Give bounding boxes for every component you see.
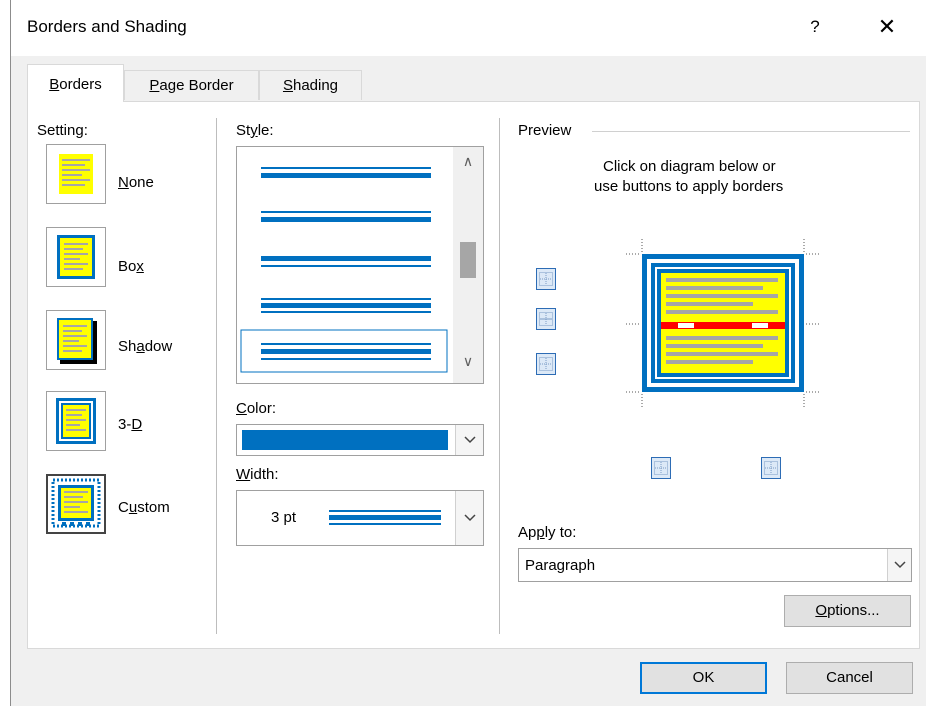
chevron-down-icon: [894, 561, 906, 569]
tab-borders-label: orders: [59, 76, 102, 93]
tab-page-border[interactable]: Page Border: [124, 70, 259, 100]
preview-heading-rule: [592, 131, 910, 132]
setting-box-icon[interactable]: [46, 227, 106, 287]
cancel-button[interactable]: Cancel: [786, 662, 913, 694]
tab-borders-accel: B: [49, 76, 60, 93]
inside-horizontal-border-button[interactable]: [536, 308, 556, 330]
right-border-icon: [764, 461, 778, 475]
width-value: 3 pt: [271, 509, 297, 526]
chevron-down-icon: [464, 436, 476, 444]
preview-instruction-line1: Click on diagram below or: [603, 158, 776, 175]
style-listbox[interactable]: ∧ ∨: [236, 146, 484, 384]
tab-page-border-label: age Border: [159, 77, 234, 94]
preview-instruction-line2: use buttons to apply borders: [594, 178, 784, 195]
setting-3d-icon[interactable]: [46, 391, 106, 451]
top-border-icon: [539, 272, 553, 286]
setting-none-icon[interactable]: [46, 144, 106, 204]
line-style-options: [240, 167, 448, 373]
setting-custom-icon[interactable]: [46, 474, 106, 534]
tab-borders[interactable]: Borders: [27, 64, 124, 102]
setting-shadow-label[interactable]: Shadow: [118, 338, 172, 355]
tab-shading[interactable]: Shading: [259, 70, 362, 100]
setting-shadow-icon[interactable]: [46, 310, 106, 370]
color-dropdown-arrow[interactable]: [455, 425, 483, 455]
close-button[interactable]: ✕: [871, 12, 903, 42]
ok-button[interactable]: OK: [640, 662, 767, 694]
right-border-button[interactable]: [761, 457, 781, 479]
apply-to-dropdown-arrow[interactable]: [887, 549, 911, 581]
dialog-title: Borders and Shading: [27, 17, 187, 36]
options-button[interactable]: Options...: [784, 595, 911, 627]
color-swatch: [242, 430, 448, 450]
width-dropdown-arrow[interactable]: [455, 491, 483, 545]
color-heading: Color:: [236, 400, 277, 417]
preview-diagram[interactable]: [618, 234, 828, 414]
apply-to-heading: Apply to:: [518, 524, 577, 541]
color-dropdown[interactable]: [236, 424, 484, 456]
column-divider-right: [499, 118, 500, 634]
title-bar: Borders and Shading ? ✕: [11, 0, 926, 56]
style-heading: Style:: [236, 122, 274, 139]
left-border-button[interactable]: [651, 457, 671, 479]
left-border-icon: [654, 461, 668, 475]
column-divider-left: [216, 118, 217, 634]
top-border-button[interactable]: [536, 268, 556, 290]
apply-to-value: Paragraph: [525, 557, 596, 574]
borders-tab-panel: Setting: None Box Shadow 3-D Custom Styl…: [27, 101, 920, 649]
borders-and-shading-dialog: Borders and Shading ? ✕ Borders Page Bor…: [10, 0, 926, 706]
scroll-down-icon[interactable]: ∨: [453, 353, 483, 370]
scrollbar-thumb[interactable]: [460, 242, 476, 278]
bottom-border-icon: [539, 357, 553, 371]
setting-box-label[interactable]: Box: [118, 258, 144, 275]
inside-horizontal-border-icon: [539, 312, 553, 326]
tab-page-border-accel: P: [149, 77, 160, 94]
chevron-down-icon: [464, 514, 476, 522]
setting-heading: Setting:: [37, 122, 88, 139]
width-dropdown[interactable]: 3 pt: [236, 490, 484, 546]
tab-shading-label: hading: [292, 77, 339, 94]
setting-custom-label[interactable]: Custom: [118, 499, 170, 516]
style-list-scrollbar[interactable]: ∧ ∨: [453, 147, 483, 383]
help-button[interactable]: ?: [803, 14, 827, 40]
tab-shading-accel: S: [282, 77, 293, 94]
bottom-border-button[interactable]: [536, 353, 556, 375]
scroll-up-icon[interactable]: ∧: [453, 153, 483, 170]
preview-heading: Preview: [518, 122, 572, 139]
apply-to-dropdown[interactable]: Paragraph: [518, 548, 912, 582]
setting-3d-label[interactable]: 3-D: [118, 416, 142, 433]
setting-none-label[interactable]: None: [118, 174, 154, 191]
width-heading: Width:: [236, 466, 279, 483]
width-line-preview: [329, 510, 441, 525]
